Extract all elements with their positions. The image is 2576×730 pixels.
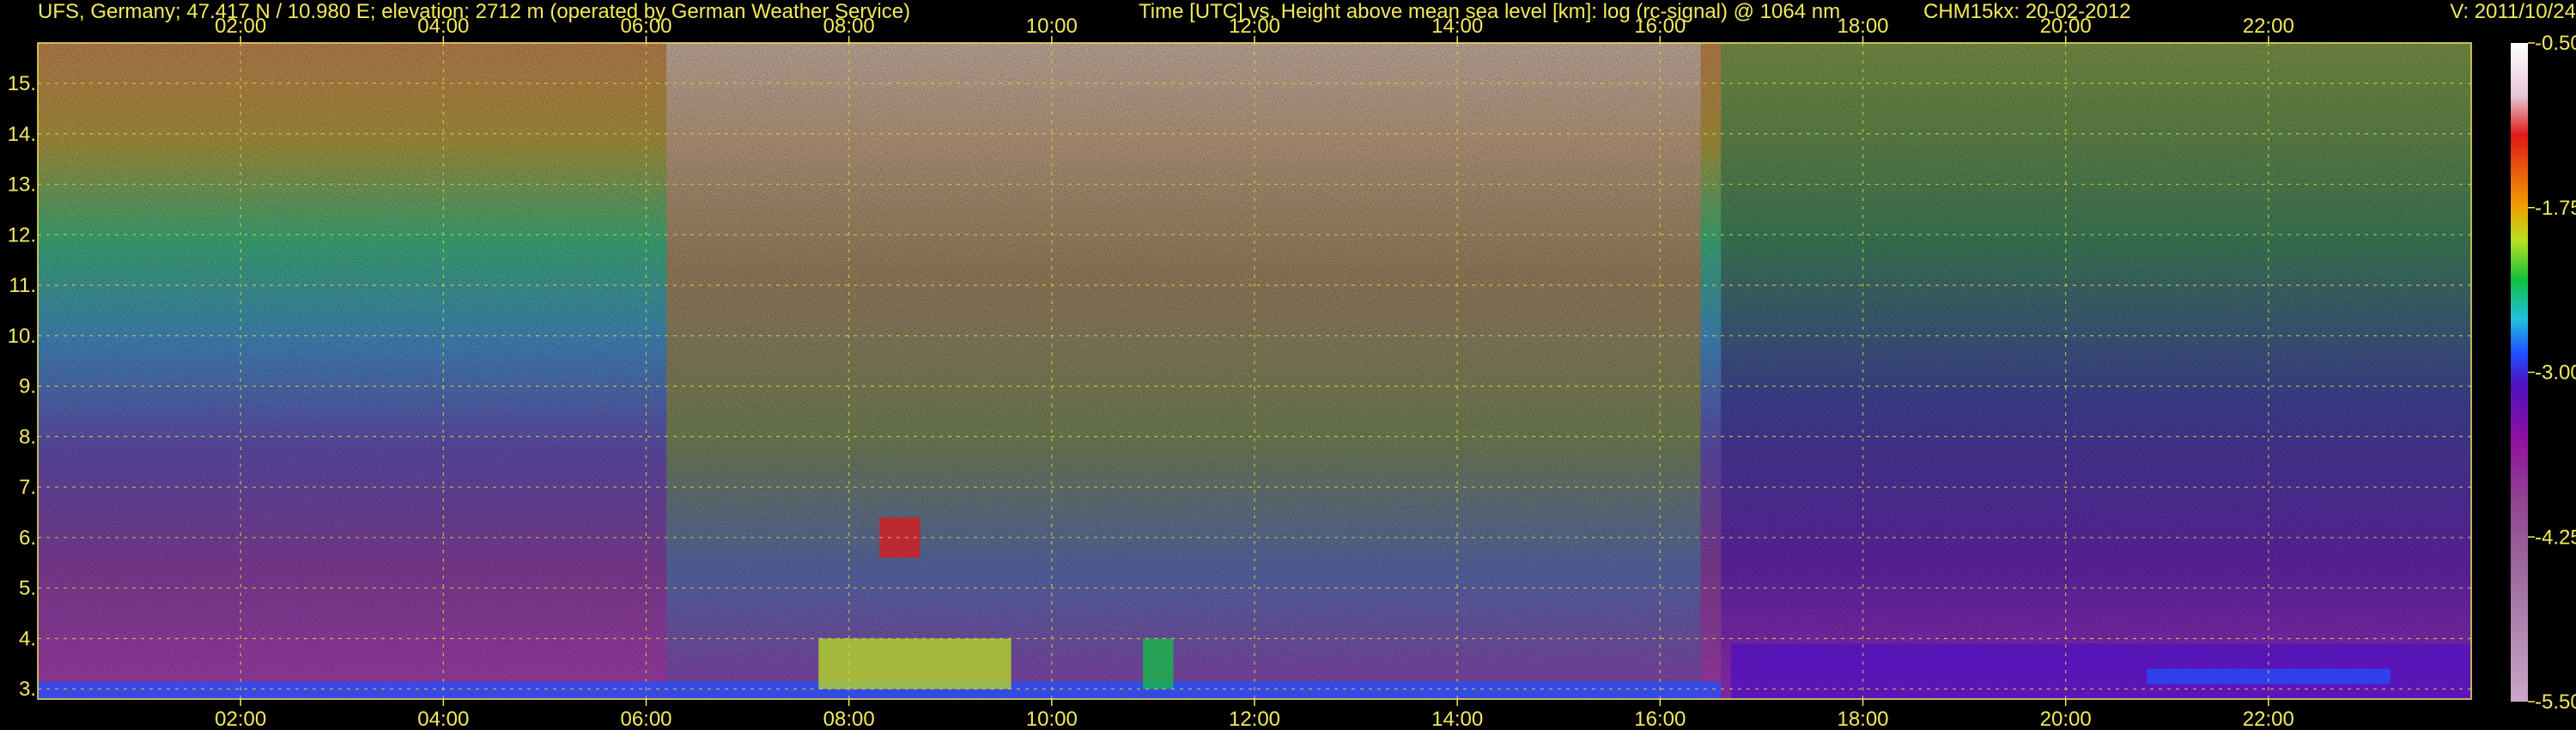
x-tick-label-bottom: 12:00 [1229, 708, 1280, 730]
y-tick-label: 12. [8, 223, 36, 246]
x-tick-label-bottom: 06:00 [620, 708, 671, 730]
colorbar-tick-label: -3.00 [2535, 362, 2576, 385]
y-tick-label: 9. [19, 375, 36, 398]
x-tick-label-bottom: 10:00 [1026, 708, 1078, 730]
x-tick-label-top: 22:00 [2243, 15, 2294, 38]
x-tick-label-top: 16:00 [1634, 15, 1686, 38]
y-tick-label: 4. [19, 627, 36, 650]
x-tick-label-top: 06:00 [620, 15, 671, 38]
y-tick-label: 11. [9, 274, 36, 297]
x-tick-label-top: 12:00 [1229, 15, 1280, 38]
feature-cloud-column-cluster [818, 638, 1012, 690]
x-tick-label-bottom: 08:00 [823, 708, 875, 730]
x-tick-label-top: 10:00 [1026, 15, 1078, 38]
y-tick-label: 15. [8, 72, 36, 95]
plot-area [37, 42, 2472, 700]
x-tick-label-top: 14:00 [1431, 15, 1483, 38]
x-tick-label-top: 20:00 [2040, 15, 2092, 38]
x-axis-bottom: 02:00 04:00 06:00 08:00 10:00 12:00 14:00 16:00… [215, 699, 2294, 730]
feature-cloud-patch [1143, 638, 1174, 690]
colorbar: -0.50 -1.75 -3.00 -4.25 -5.50 [2511, 32, 2576, 714]
x-tick-label-bottom: 02:00 [215, 708, 266, 730]
x-tick-label-bottom: 20:00 [2040, 708, 2092, 730]
lidar-chart: 02:00 04:00 06:00 08:00 10:00 12:00 14:00 16:00… [8, 15, 2576, 730]
x-tick-label-bottom: 04:00 [417, 708, 469, 730]
y-tick-label: 3. [19, 678, 36, 701]
colorbar-tick-label: -0.50 [2535, 32, 2576, 55]
x-tick-label-top: 18:00 [1837, 15, 1888, 38]
x-tick-label-bottom: 16:00 [1634, 708, 1686, 730]
x-tick-label-top: 02:00 [215, 15, 266, 38]
colorbar-tick-label: -4.25 [2535, 526, 2576, 549]
x-tick-label-bottom: 18:00 [1837, 708, 1888, 730]
y-tick-label: 14. [8, 123, 36, 146]
colorbar-tick-label: -5.50 [2535, 690, 2576, 714]
x-tick-label-bottom: 14:00 [1431, 708, 1483, 730]
y-axis: 3. 4. 5. 6. 7. 8. 9. 10. 11. 12. 13. 14. 15. [8, 72, 36, 701]
colorbar-gradient [2511, 43, 2528, 702]
colorbar-tick-label: -1.75 [2535, 197, 2576, 220]
y-tick-label: 13. [8, 173, 36, 197]
x-tick-label-bottom: 22:00 [2243, 708, 2294, 730]
y-tick-label: 7. [19, 476, 36, 499]
x-tick-label-top: 04:00 [417, 15, 469, 38]
y-tick-label: 5. [19, 577, 36, 600]
x-tick-label-top: 08:00 [823, 15, 875, 38]
y-tick-label: 10. [8, 325, 36, 348]
y-tick-label: 6. [19, 526, 36, 550]
y-tick-label: 8. [19, 425, 36, 448]
x-axis-top: 02:00 04:00 06:00 08:00 10:00 12:00 14:00 16:00… [215, 15, 2294, 43]
